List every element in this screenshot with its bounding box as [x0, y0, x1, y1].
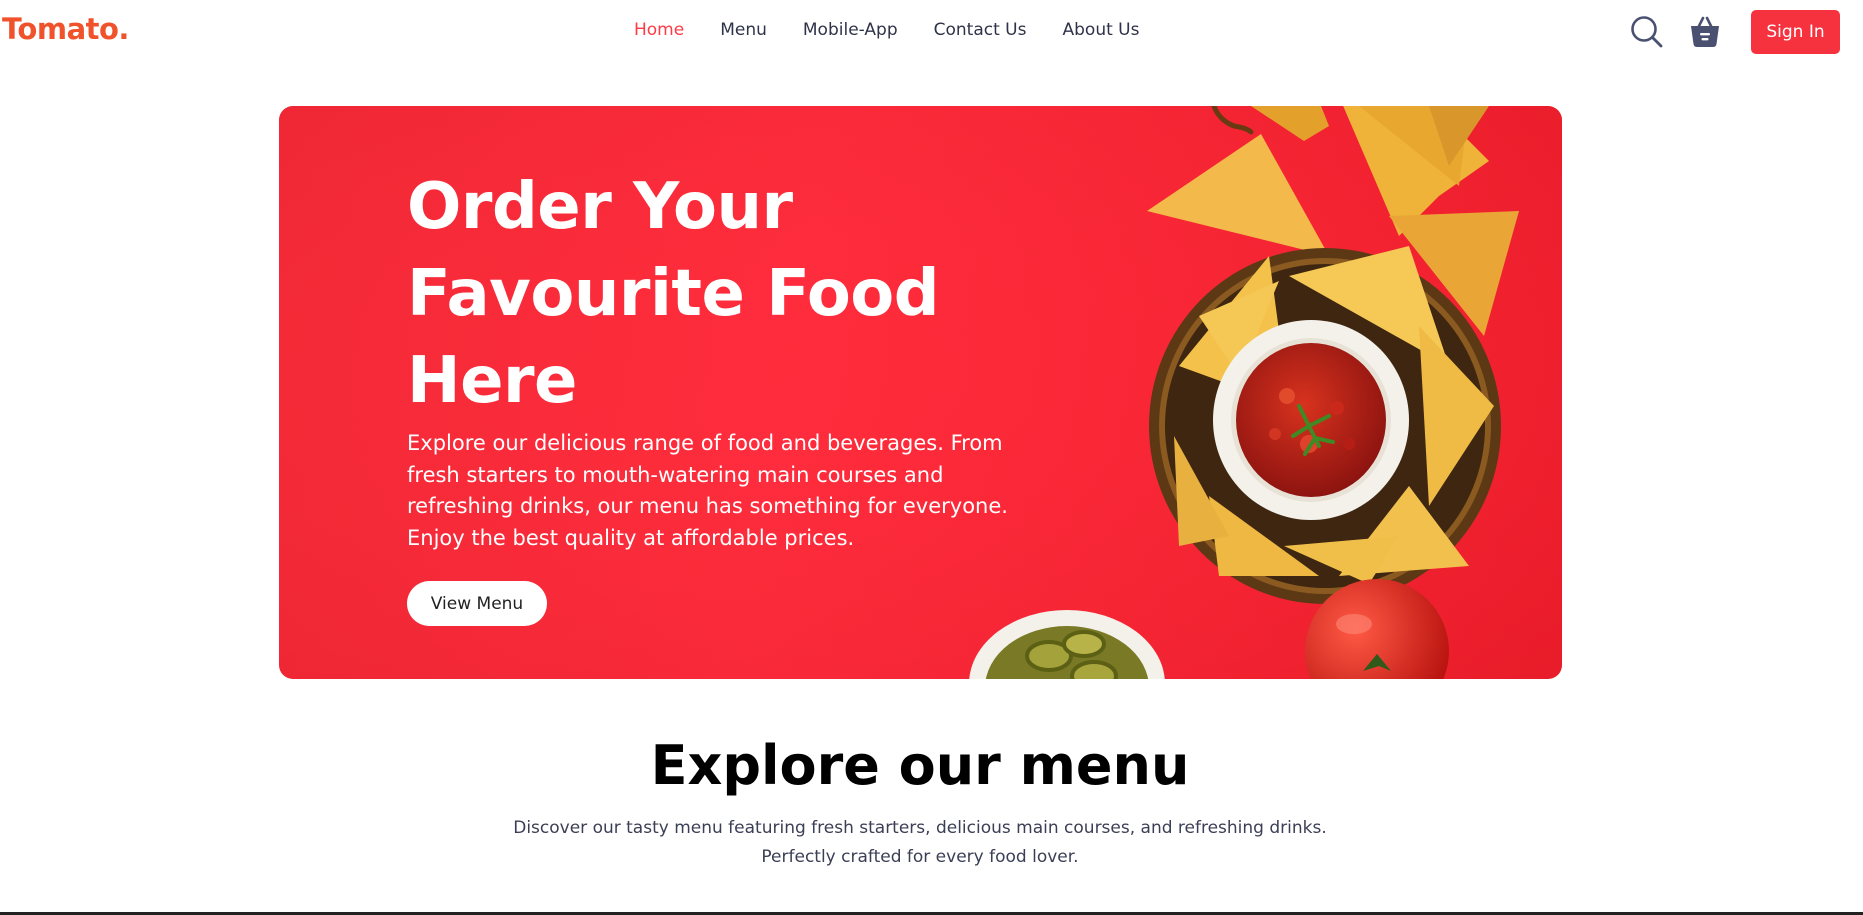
explore-menu-description: Discover our tasty menu featuring fresh … [0, 814, 1840, 872]
sign-in-button[interactable]: Sign In [1751, 10, 1840, 54]
nav-link-about-us[interactable]: About Us [1063, 20, 1140, 40]
search-button[interactable] [1627, 12, 1667, 52]
nav-links: Home Menu Mobile-App Contact Us About Us [634, 20, 1175, 40]
view-menu-button[interactable]: View Menu [407, 581, 547, 626]
navbar: Tomato. Home Menu Mobile-App Contact Us … [0, 0, 1863, 64]
search-icon [1631, 16, 1663, 48]
basket-icon [1691, 16, 1719, 47]
basket-button[interactable] [1685, 12, 1725, 52]
hero-description: Explore our delicious range of food and … [407, 431, 1008, 550]
hero-banner: Order Your Favourite Food Here Explore o… [279, 106, 1562, 679]
hero-title: Order Your Favourite Food Here [407, 170, 940, 418]
nav-link-menu[interactable]: Menu [720, 20, 767, 40]
logo[interactable]: Tomato. [2, 12, 129, 46]
nav-link-mobile-app[interactable]: Mobile-App [803, 20, 898, 40]
nav-actions: Sign In [1627, 10, 1840, 54]
explore-description-line-2: Perfectly crafted for every food lover. [761, 847, 1079, 867]
nav-link-contact-us[interactable]: Contact Us [934, 20, 1027, 40]
explore-description-line-1: Discover our tasty menu featuring fresh … [513, 818, 1327, 838]
explore-menu-title: Explore our menu [650, 734, 1190, 797]
nav-link-home[interactable]: Home [634, 20, 684, 40]
